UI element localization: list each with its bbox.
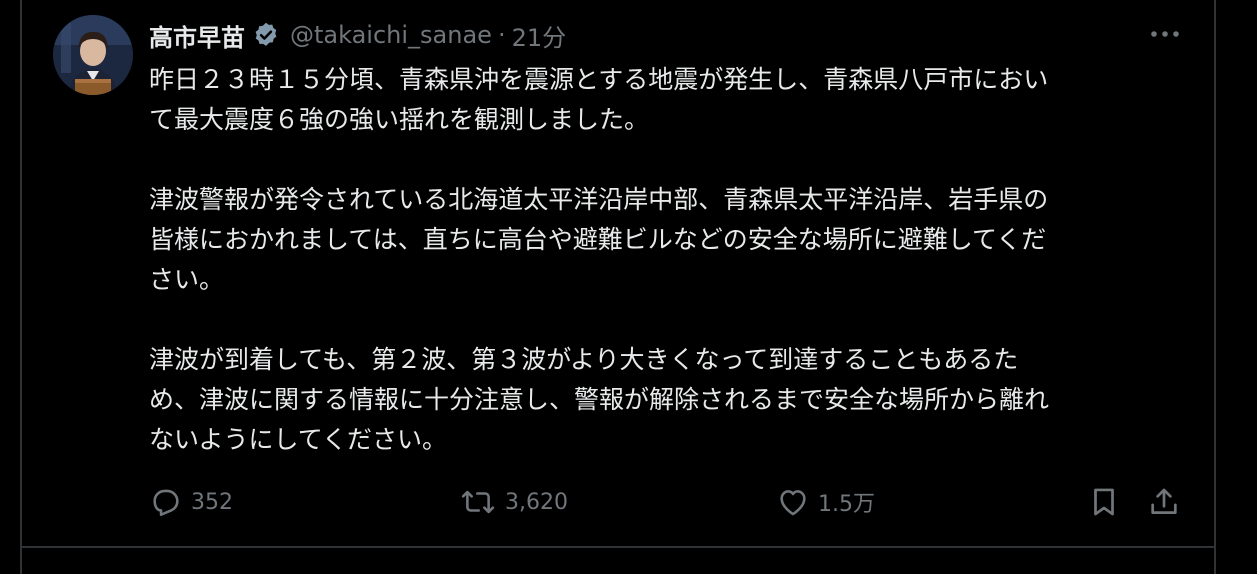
repost-count: 3,620 bbox=[505, 489, 568, 515]
tweet-header: 高市早苗 @takaichi_sanae · 21分 bbox=[149, 14, 566, 56]
reply-button[interactable]: 352 bbox=[149, 482, 233, 522]
avatar-image bbox=[53, 15, 133, 95]
tweet-line: 津波警報が発令されている北海道太平洋沿岸中部、青森県太平洋沿岸、岩手県の bbox=[149, 185, 1049, 214]
reply-icon bbox=[149, 485, 183, 519]
repost-button[interactable]: 3,620 bbox=[459, 482, 568, 522]
tweet-line: 昨日２３時１５分頃、青森県沖を震源とする地震が発生し、青森県八戸市におい bbox=[149, 65, 1049, 94]
tweet-actions: 352 3,620 1.5万 bbox=[149, 482, 1189, 522]
tweet-line: め、津波に関する情報に十分注意し、警報が解除されるまで安全な場所から離れ bbox=[149, 385, 1050, 414]
reply-count: 352 bbox=[191, 489, 233, 515]
bookmark-button[interactable] bbox=[1087, 482, 1121, 522]
tweet-line: ないようにしてください。 bbox=[149, 425, 448, 454]
heart-icon bbox=[776, 485, 810, 519]
tweet-paragraph: 津波が到着しても、第２波、第３波がより大きくなって到達することもあるた め、津波… bbox=[149, 340, 1164, 460]
tweet-paragraph: 津波警報が発令されている北海道太平洋沿岸中部、青森県太平洋沿岸、岩手県の 皆様に… bbox=[149, 180, 1164, 300]
author-handle[interactable]: @takaichi_sanae bbox=[290, 21, 492, 49]
avatar[interactable] bbox=[53, 15, 133, 95]
tweet-paragraph: 昨日２３時１５分頃、青森県沖を震源とする地震が発生し、青森県八戸市におい て最大… bbox=[149, 60, 1164, 140]
bookmark-icon bbox=[1087, 485, 1121, 519]
share-button[interactable] bbox=[1147, 482, 1181, 522]
tweet-line: さい。 bbox=[149, 265, 225, 294]
repost-icon bbox=[459, 485, 497, 519]
like-count: 1.5万 bbox=[818, 492, 875, 517]
tweet-line: 津波が到着しても、第２波、第３波がより大きくなって到達することもあるた bbox=[149, 345, 1019, 374]
tweet-line: て最大震度６強の強い揺れを観測しました。 bbox=[149, 105, 650, 134]
header-separator: · bbox=[497, 21, 506, 49]
author-name[interactable]: 高市早苗 bbox=[149, 18, 245, 53]
tweet-divider bbox=[20, 546, 1216, 548]
more-options-icon[interactable] bbox=[1148, 22, 1182, 46]
tweet-text: 昨日２３時１５分頃、青森県沖を震源とする地震が発生し、青森県八戸市におい て最大… bbox=[149, 60, 1164, 460]
share-icon bbox=[1147, 485, 1181, 519]
like-button[interactable]: 1.5万 bbox=[776, 482, 875, 522]
verified-badge-icon bbox=[252, 21, 280, 49]
tweet-line: 皆様におかれましては、直ちに高台や避難ビルなどの安全な場所に避難してくだ bbox=[149, 225, 1047, 254]
tweet-timestamp[interactable]: 21分 bbox=[512, 18, 567, 53]
